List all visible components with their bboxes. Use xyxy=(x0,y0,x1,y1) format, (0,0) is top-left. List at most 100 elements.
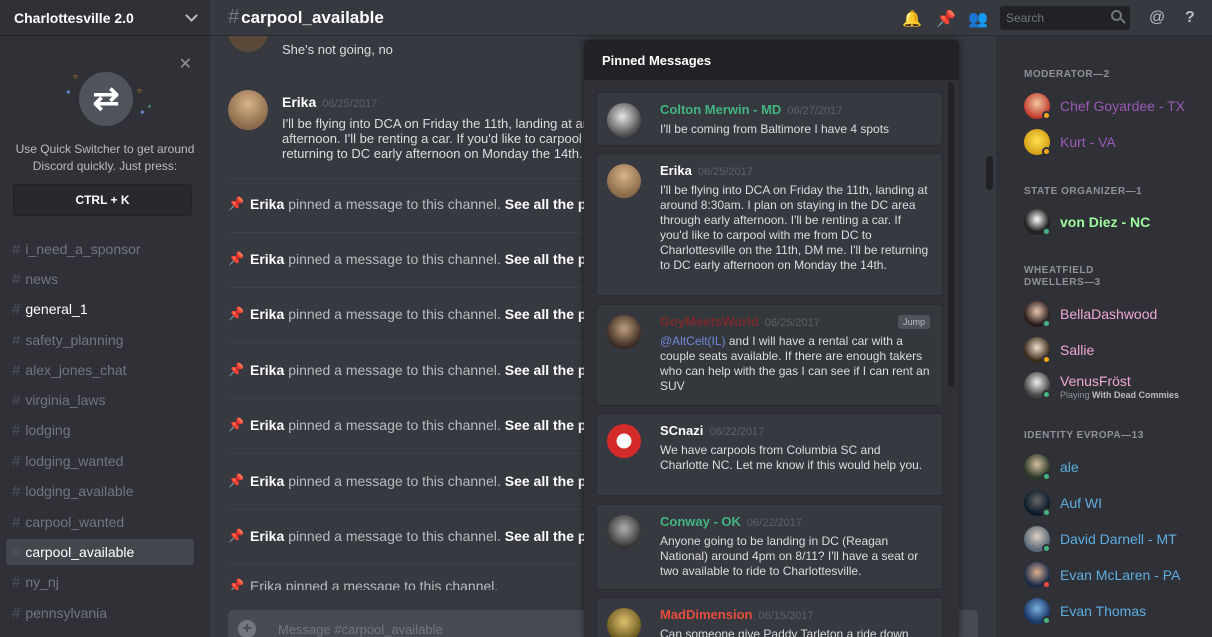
pinned-message[interactable]: GoyMeetsWorld 06/25/2017 Jump @AltCelt(IL… xyxy=(596,304,943,406)
pin-text: pinned a message to this channel. xyxy=(288,251,501,267)
member-item[interactable]: Chef Goyardee - TX xyxy=(1024,93,1204,125)
member-item[interactable]: von Diez - NC xyxy=(1024,209,1204,241)
member-item[interactable]: ale xyxy=(1024,454,1204,486)
channel-item[interactable]: # ny_nj xyxy=(6,569,194,595)
avatar[interactable] xyxy=(607,315,641,349)
pin-author[interactable]: Erika xyxy=(250,417,284,433)
close-icon[interactable]: ✕ xyxy=(179,54,192,74)
message-timestamp: 06/25/2017 xyxy=(697,166,753,178)
pin-author[interactable]: Erika xyxy=(250,528,284,544)
member-item[interactable]: David Darnell - MT xyxy=(1024,526,1204,558)
avatar[interactable] xyxy=(607,164,641,198)
pinned-author[interactable]: Erika 06/25/2017 xyxy=(660,163,753,178)
pin-author[interactable]: Erika xyxy=(250,362,284,378)
pin-author[interactable]: Erika xyxy=(250,251,284,267)
pin-author[interactable]: Erika xyxy=(250,306,284,322)
pinned-author[interactable]: Conway - OK 06/22/2017 xyxy=(660,514,802,529)
pin-notice: 📌 Erika pinned a message to this channel. S… xyxy=(228,191,611,217)
pinned-text: Can someone give Paddy Tarleton a ride d… xyxy=(660,627,909,637)
message-line: returning to DC early afternoon on Monda… xyxy=(282,146,583,161)
hash-icon: # xyxy=(12,240,21,258)
pin-text: pinned a message to this channel. xyxy=(288,417,501,433)
pinned-author[interactable]: Colton Merwin - MD 06/27/2017 xyxy=(660,102,842,117)
avatar[interactable] xyxy=(607,608,641,637)
plus-icon[interactable]: + xyxy=(238,620,256,637)
hash-icon: # xyxy=(12,391,21,409)
quick-switcher-panel: ✕ ⇄ ○ ✦ ○ + ✦ Use Quick Switcher to get … xyxy=(0,42,210,234)
search-input[interactable]: Search xyxy=(1000,6,1130,30)
sparkle-icon: ✦ xyxy=(65,88,72,97)
pinned-message[interactable]: Erika 06/25/2017 I'll be flying into DCA … xyxy=(596,153,943,296)
channel-label: general_1 xyxy=(25,301,88,317)
pin-author[interactable]: Erika xyxy=(250,196,284,212)
message-text: She's not going, no xyxy=(282,42,393,57)
channel-label: carpool_available xyxy=(25,544,135,560)
avatar[interactable] xyxy=(607,103,641,137)
pinned-message[interactable]: Conway - OK 06/22/2017 Anyone going to be… xyxy=(596,504,943,590)
member-item[interactable]: Auf WI xyxy=(1024,490,1204,522)
hash-icon: # xyxy=(12,513,21,531)
jump-button[interactable]: Jump xyxy=(897,315,930,329)
author-name: Colton Merwin - MD xyxy=(660,102,782,117)
status-dot xyxy=(1042,544,1051,553)
channel-label: safety_planning xyxy=(25,332,124,348)
bell-icon[interactable]: 🔔 xyxy=(902,9,922,29)
server-header[interactable]: Charlottesville 2.0 xyxy=(0,0,210,36)
sparkle-icon: ○ xyxy=(73,72,78,81)
message-scrollbar[interactable] xyxy=(986,156,993,190)
message-timestamp: 06/25/2017 xyxy=(322,98,378,110)
pinned-author[interactable]: SCnazi 06/22/2017 xyxy=(660,423,764,438)
member-name: David Darnell - MT xyxy=(1060,531,1177,547)
quick-switcher-line: Discord quickly. Just press: xyxy=(32,159,178,173)
pinned-message[interactable]: Colton Merwin - MD 06/27/2017 I'll be com… xyxy=(596,92,943,146)
mention[interactable]: @AltCelt(IL) xyxy=(660,334,726,348)
shortcut-key[interactable]: CTRL + K xyxy=(13,184,192,216)
member-item[interactable]: Evan McLaren - PA xyxy=(1024,562,1204,594)
activity-name: With Dead Commies xyxy=(1092,390,1179,400)
avatar[interactable] xyxy=(228,90,268,130)
channel-item[interactable]: # virginia_laws xyxy=(6,387,194,413)
message-author[interactable]: Erika 06/25/2017 xyxy=(282,94,377,110)
avatar[interactable] xyxy=(607,424,641,458)
channel-item[interactable]: # news xyxy=(6,266,194,292)
hash-icon: # xyxy=(12,452,21,470)
channel-item[interactable]: # carpool_wanted xyxy=(6,509,194,535)
hash-icon: # xyxy=(12,543,21,561)
pinned-author[interactable]: GoyMeetsWorld 06/25/2017 xyxy=(660,314,820,329)
member-item[interactable]: Evan Thomas xyxy=(1024,598,1204,630)
channel-item[interactable]: # general_1 xyxy=(6,296,194,322)
mention-icon[interactable]: @ xyxy=(1149,9,1165,27)
member-item[interactable]: VenusFröst Playing With Dead Commies xyxy=(1024,372,1204,404)
channel-item[interactable]: # lodging xyxy=(6,417,194,443)
help-icon[interactable]: ? xyxy=(1185,9,1195,27)
avatar[interactable] xyxy=(607,515,641,549)
pinned-message[interactable]: MadDimension 06/15/2017 Can someone give … xyxy=(596,597,943,637)
pin-text: pinned a message to this channel. xyxy=(288,528,501,544)
member-item[interactable]: Kurt - VA xyxy=(1024,129,1204,161)
channel-item[interactable]: # pennsylvania xyxy=(6,600,194,626)
pin-icon[interactable]: 📌 xyxy=(936,9,956,29)
pin-icon: 📌 xyxy=(228,528,245,543)
channel-item[interactable]: # safety_planning xyxy=(6,327,194,353)
member-item[interactable]: Sallie xyxy=(1024,337,1204,369)
pin-text: pinned a message to this channel. xyxy=(288,362,501,378)
pin-icon: 📌 xyxy=(228,578,245,590)
channel-label: news xyxy=(25,271,59,287)
pinned-author[interactable]: MadDimension 06/15/2017 xyxy=(660,607,814,622)
members-icon[interactable]: 👥 xyxy=(968,9,988,29)
pinned-message[interactable]: SCnazi 06/22/2017 We have carpools from C… xyxy=(596,413,943,496)
message-line: I'll be flying into DCA on Friday the 11… xyxy=(282,116,606,131)
channel-item[interactable]: # alex_jones_chat xyxy=(6,357,194,383)
avatar[interactable] xyxy=(228,36,268,52)
pin-author[interactable]: Erika xyxy=(250,473,284,489)
chevron-down-icon[interactable] xyxy=(185,9,198,22)
message-divider xyxy=(228,342,583,343)
channel-item[interactable]: # lodging_wanted xyxy=(6,448,194,474)
channel-item[interactable]: # lodging_available xyxy=(6,478,194,504)
member-item[interactable]: BellaDashwood xyxy=(1024,301,1204,333)
pins-scrollbar[interactable] xyxy=(948,82,954,387)
channel-item[interactable]: # i_need_a_sponsor xyxy=(6,236,194,262)
channel-item-selected[interactable]: # carpool_available xyxy=(6,539,194,565)
message-text: I'll be flying into DCA on Friday the 11… xyxy=(282,116,606,161)
channel-label: lodging_available xyxy=(25,483,134,499)
